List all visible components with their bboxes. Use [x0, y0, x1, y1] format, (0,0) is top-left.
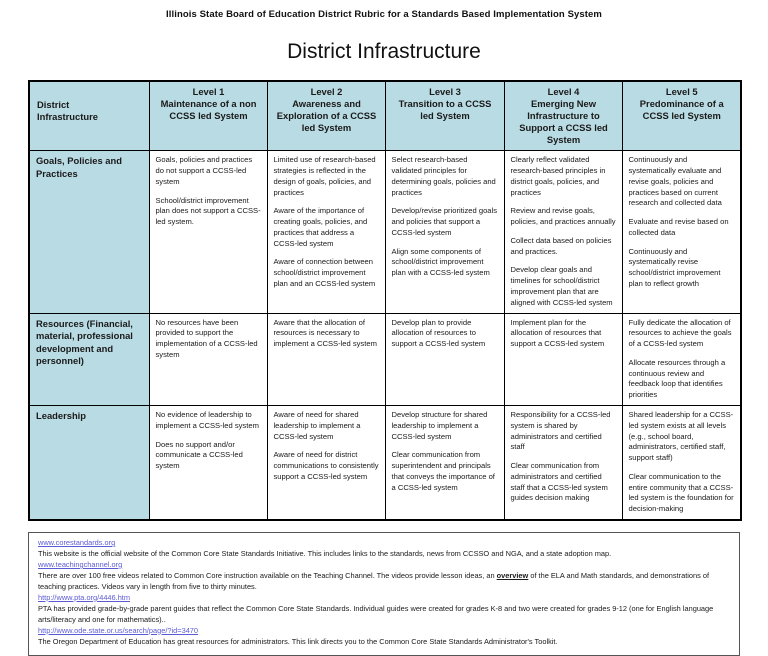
rubric-cell: Continuously and systematically evaluate… [621, 150, 742, 314]
resource-description: The Oregon Department of Education has g… [38, 637, 731, 648]
rubric-cell: Fully dedicate the allocation of resourc… [621, 312, 742, 407]
column-header-level-4: Level 4 Emerging New Infrastructure to S… [503, 80, 623, 152]
rubric-cell-paragraph: Clearly reflect validated research-based… [510, 155, 606, 197]
rubric-cell-paragraph: Goals, policies and practices do not sup… [155, 155, 253, 186]
rubric-cell: Develop structure for shared leadership … [384, 405, 505, 521]
rubric-cell-paragraph: School/district improvement plan does no… [155, 195, 261, 227]
table-header: District Infrastructure Level 1 Maintena… [28, 80, 742, 152]
document-page: Illinois State Board of Education Distri… [0, 9, 768, 656]
corner-label-line2: Infrastructure [37, 111, 98, 123]
level-number-1: Level 1 [192, 86, 225, 97]
rubric-cell-paragraph: Select research-based validated principl… [391, 155, 496, 197]
rubric-cell-paragraph: Clear communication from superintendent … [391, 450, 495, 492]
level-name-2: Awareness and Exploration of a CCSS led … [276, 98, 377, 134]
resources-notes-box: www.corestandards.org This website is the… [28, 532, 740, 656]
page-title: District Infrastructure [287, 40, 481, 63]
rubric-cell-paragraph: Continuously and systematically evaluate… [628, 155, 722, 208]
rubric-table: District Infrastructure Level 1 Maintena… [28, 80, 742, 522]
row-label: Leadership [28, 405, 150, 521]
column-header-level-3: Level 3 Transition to a CCSS led System [384, 80, 505, 152]
header-row: District Infrastructure Level 1 Maintena… [28, 80, 742, 152]
rubric-cell-paragraph: Clear communication to the entire commun… [628, 471, 734, 514]
resource-description: This website is the official website of … [38, 549, 731, 560]
level-name-3: Transition to a CCSS led System [398, 98, 492, 122]
rubric-cell-paragraph: Develop/revise prioritized goals and pol… [391, 206, 498, 237]
level-number-4: Level 4 [547, 86, 580, 97]
column-header-level-2: Level 2 Awareness and Exploration of a C… [266, 80, 386, 152]
column-header-district-infrastructure: District Infrastructure [28, 80, 150, 152]
rubric-cell: Develop plan to provide allocation of re… [384, 312, 505, 407]
rubric-cell-paragraph: Does no support and/or communicate a CCS… [155, 439, 243, 471]
rubric-cell-paragraph: Aware that the allocation of resources i… [273, 317, 377, 349]
level-name-4: Emerging New Infrastructure to Support a… [519, 98, 608, 146]
rubric-cell: Implement plan for the allocation of res… [503, 312, 623, 407]
rubric-cell-paragraph: Clear communication from administrators … [510, 461, 608, 503]
resource-link[interactable]: http://www.pta.org/4446.htm [38, 593, 731, 604]
rubric-cell-paragraph: No evidence of leadership to implement a… [155, 410, 259, 430]
rubric-cell-paragraph: Limited use of research-based strategies… [273, 155, 376, 197]
resource-description: PTA has provided grade-by-grade parent g… [38, 604, 731, 626]
rubric-cell-paragraph: No resources have been provided to suppo… [155, 317, 258, 359]
table-row: Resources (Financial, material, professi… [28, 312, 742, 407]
rubric-cell-paragraph: Collect data based on policies and pract… [510, 235, 612, 256]
table-body: Goals, Policies and Practices Goals, poli… [28, 150, 742, 521]
rubric-cell: No resources have been provided to suppo… [148, 312, 268, 407]
level-number-3: Level 3 [429, 86, 461, 97]
rubric-cell: Aware that the allocation of resources i… [266, 312, 386, 407]
resource-description: There are over 100 free videos related t… [38, 571, 731, 593]
rubric-cell: Aware of need for shared leadership to i… [266, 405, 386, 521]
rubric-cell: Select research-based validated principl… [384, 150, 505, 314]
resource-link[interactable]: http://www.ode.state.or.us/search/page/?… [38, 626, 731, 637]
rubric-cell-paragraph: Develop clear goals and timelines for sc… [510, 265, 613, 307]
column-header-level-5: Level 5 Predominance of a CCSS led Syste… [621, 80, 742, 152]
rubric-cell: Limited use of research-based strategies… [266, 150, 386, 314]
rubric-cell-paragraph: Continuously and systematically revise s… [628, 246, 721, 288]
corner-label-line1: District [37, 99, 70, 110]
document-header: Illinois State Board of Education Distri… [166, 9, 602, 20]
column-header-level-1: Level 1 Maintenance of a non CCSS led Sy… [148, 80, 268, 152]
rubric-cell: Shared leadership for a CCSS-led system … [621, 405, 742, 521]
rubric-cell-paragraph: Align some components of school/district… [391, 246, 490, 278]
rubric-cell-paragraph: Develop structure for shared leadership … [391, 410, 488, 441]
row-label: Resources (Financial, material, professi… [28, 312, 150, 407]
resource-link[interactable]: www.corestandards.org [38, 538, 731, 549]
level-number-2: Level 2 [310, 86, 343, 97]
resource-description-emphasis[interactable]: overview [497, 571, 529, 580]
rubric-cell: No evidence of leadership to implement a… [148, 405, 268, 521]
resource-description-text: PTA has provided grade-by-grade parent g… [38, 603, 714, 624]
rubric-cell-paragraph: Review and revise goals, policies, and p… [510, 206, 616, 227]
rubric-cell: Clearly reflect validated research-based… [503, 150, 623, 314]
resource-description-text: The Oregon Department of Education has g… [38, 636, 558, 646]
table-row: Leadership No evidence of leadership to i… [28, 405, 742, 521]
rubric-cell-paragraph: Allocate resources through a continuous … [628, 357, 726, 400]
resource-description-text: There are over 100 free videos related t… [38, 570, 497, 580]
rubric-cell: Responsibility for a CCSS-led system is … [503, 405, 623, 521]
rubric-cell: Goals, policies and practices do not sup… [148, 150, 268, 314]
rubric-cell-paragraph: Develop plan to provide allocation of re… [391, 317, 486, 349]
level-number-5: Level 5 [665, 86, 698, 97]
rubric-cell-paragraph: Aware of need for shared leadership to i… [273, 410, 361, 441]
row-label: Goals, Policies and Practices [28, 150, 150, 314]
level-name-1: Maintenance of a non CCSS led System [160, 98, 257, 122]
rubric-cell-paragraph: Shared leadership for a CCSS-led system … [628, 410, 734, 463]
rubric-cell-paragraph: Aware of the importance of creating goal… [273, 206, 368, 248]
level-name-5: Predominance of a CCSS led System [639, 98, 724, 122]
rubric-cell-paragraph: Fully dedicate the allocation of resourc… [628, 317, 732, 349]
rubric-cell-paragraph: Aware of need for district communication… [273, 450, 379, 481]
rubric-cell-paragraph: Responsibility for a CCSS-led system is … [510, 410, 611, 452]
rubric-cell-paragraph: Aware of connection between school/distr… [273, 257, 376, 288]
rubric-cell-paragraph: Implement plan for the allocation of res… [510, 317, 605, 349]
resource-description-text: This website is the official website of … [38, 548, 612, 558]
table-row: Goals, Policies and Practices Goals, poli… [28, 150, 742, 314]
rubric-cell-paragraph: Evaluate and revise based on collected d… [628, 217, 729, 237]
resource-link[interactable]: www.teachingchannel.org [38, 560, 731, 571]
